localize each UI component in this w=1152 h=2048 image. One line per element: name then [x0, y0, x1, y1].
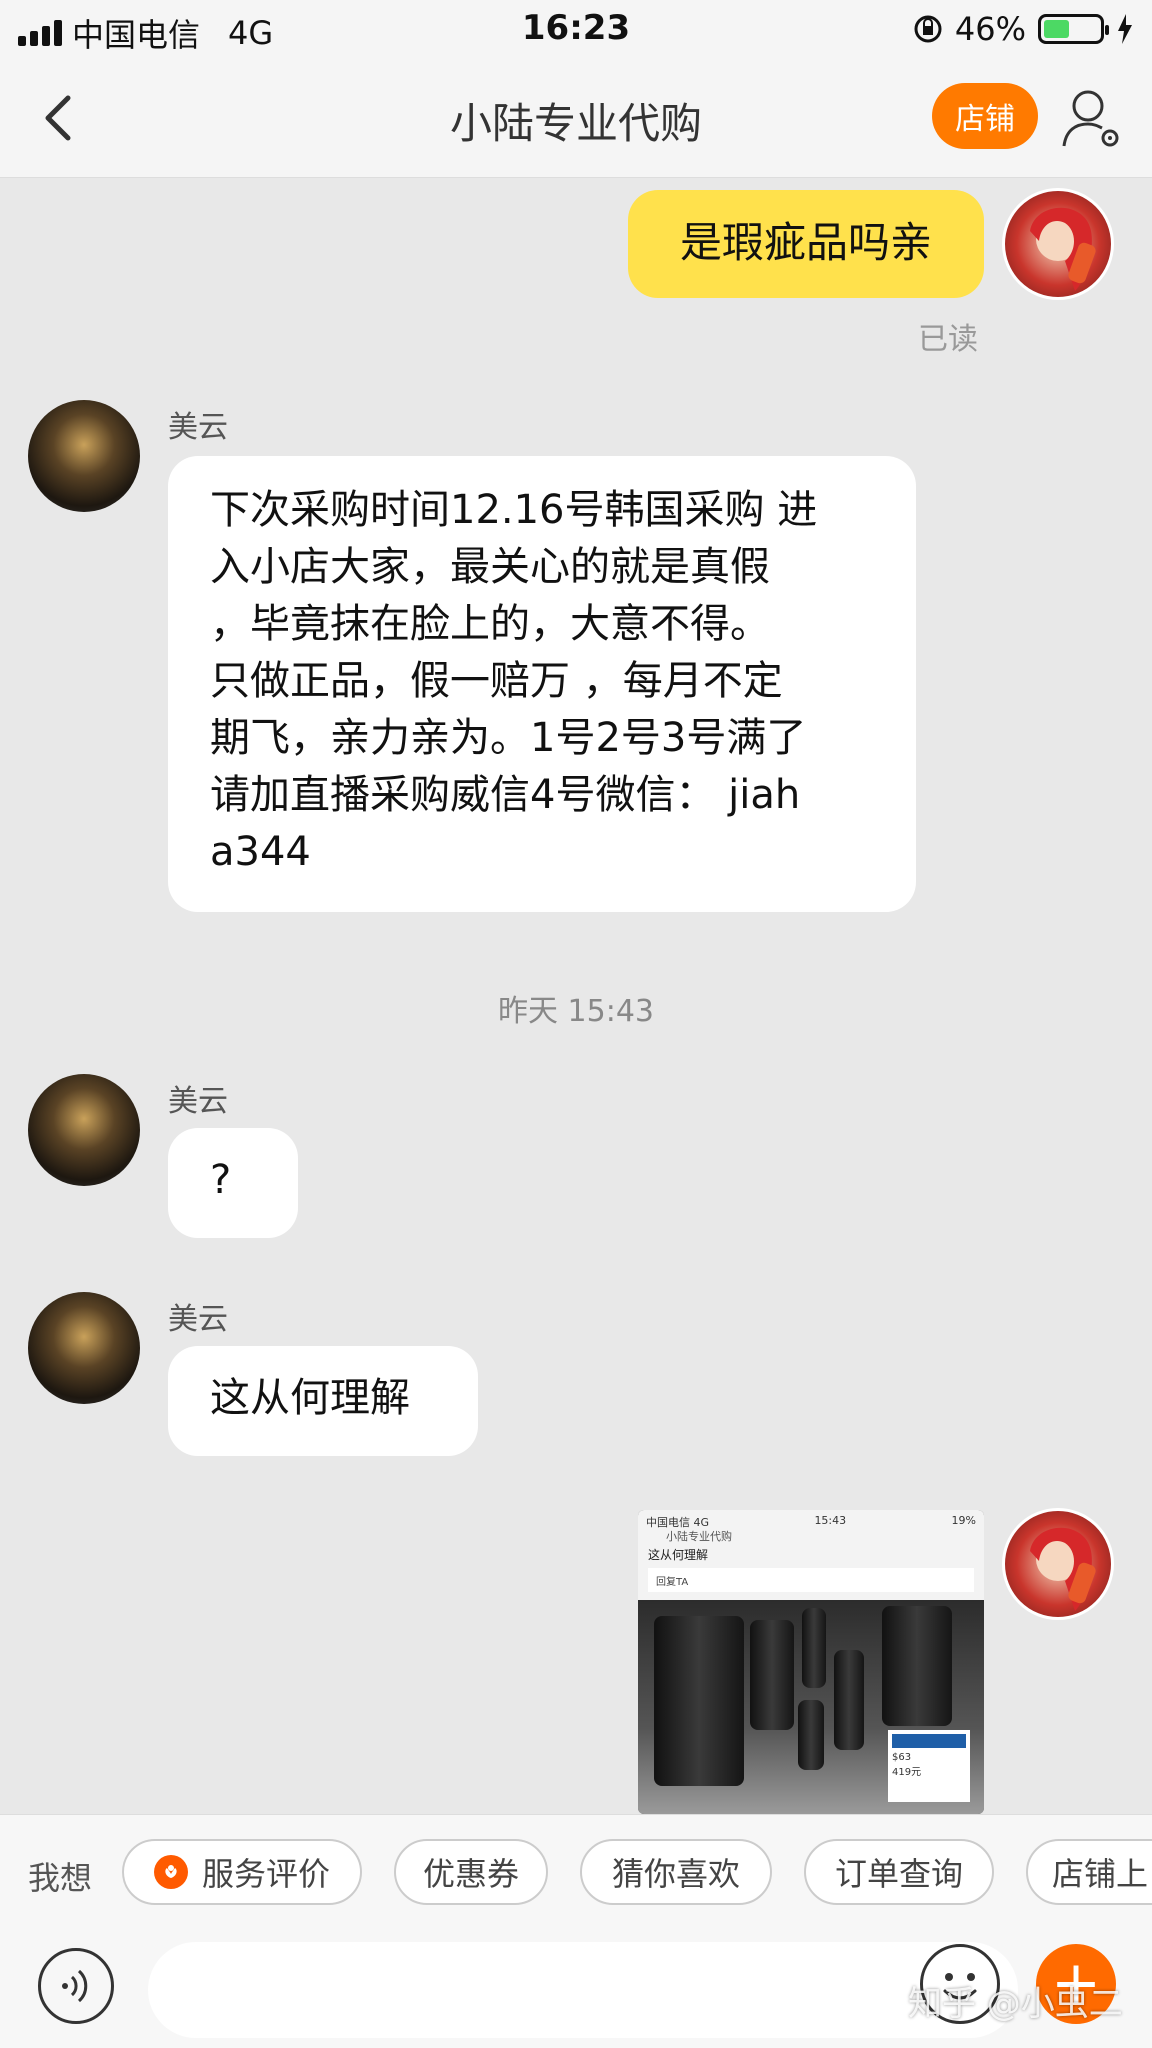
watermark: 知乎 @小虫二	[908, 1984, 1123, 2024]
mermaid-avatar-image	[1030, 1527, 1096, 1611]
message-bubble-other[interactable]: 这从何理解	[168, 1346, 478, 1456]
price-usd: $63	[892, 1752, 912, 1763]
sender-name: 美云	[168, 1302, 228, 1337]
product-bottle	[802, 1608, 826, 1688]
message-text: 是瑕疵品吗亲	[679, 218, 932, 267]
message-input[interactable]	[148, 1942, 1018, 2038]
price-cny: 419元	[892, 1767, 922, 1778]
contact-avatar[interactable]	[28, 400, 140, 512]
chip-shop-more[interactable]: 店铺上	[1026, 1839, 1152, 1905]
status-bar: 中国电信 4G 16:23 46%	[0, 0, 1152, 58]
message-text: 下次采购时间12.16号韩国采购 进 入小店大家，最关心的就是真假 ，毕竟抹在脸…	[210, 487, 818, 875]
shop-button[interactable]: 店铺	[932, 83, 1038, 149]
thumbnail-reply: 回复TA	[648, 1568, 974, 1592]
contact-avatar[interactable]	[28, 1074, 140, 1186]
product-bottle	[882, 1606, 952, 1726]
message-bubble-other[interactable]: ?	[168, 1128, 298, 1238]
status-right: 46%	[913, 10, 1134, 48]
sender-name: 美云	[168, 1084, 228, 1119]
charging-icon	[1118, 14, 1132, 44]
self-avatar[interactable]	[1002, 1508, 1114, 1620]
mermaid-avatar-image	[1030, 207, 1096, 291]
read-status: 已读	[918, 322, 978, 357]
contact-avatar[interactable]	[28, 1292, 140, 1404]
message-text: ?	[210, 1157, 232, 1203]
self-avatar[interactable]	[1002, 188, 1114, 300]
orientation-lock-icon	[914, 15, 942, 43]
thumbnail-time: 15:43	[814, 1514, 847, 1527]
chat-area[interactable]: 是瑕疵品吗亲 已读 美云 下次采购时间12.16号韩国采购 进 入小店大家，最关…	[0, 178, 1152, 1814]
battery-percent: 46%	[954, 10, 1026, 48]
thumbnail-title: 小陆专业代购	[666, 1530, 732, 1543]
message-bubble-self[interactable]: 是瑕疵品吗亲	[628, 190, 984, 298]
price-tag: $63 419元	[888, 1730, 970, 1802]
thumbnail-battery: 19%	[951, 1514, 976, 1527]
thumbnail-message: 这从何理解	[648, 1548, 709, 1562]
chip-label: 猜你喜欢	[611, 1855, 740, 1893]
input-bar: + 知乎 @小虫二	[0, 1932, 1152, 2048]
product-bottle	[834, 1650, 864, 1750]
battery-level	[1044, 20, 1069, 38]
product-bottle	[750, 1620, 794, 1730]
chip-label: 服务评价	[201, 1855, 330, 1893]
message-text: 这从何理解	[210, 1375, 410, 1421]
image-message[interactable]: 中国电信 4G 15:43 19% 小陆专业代购 这从何理解 回复TA $63 …	[638, 1510, 984, 1814]
chip-label: 订单查询	[834, 1855, 963, 1893]
thumbnail-product-photo: $63 419元	[638, 1600, 984, 1814]
thumbnail-header: 中国电信 4G 15:43 19% 小陆专业代购 这从何理解 回复TA	[638, 1510, 984, 1600]
sender-name: 美云	[168, 410, 228, 445]
flower-icon	[153, 1855, 188, 1889]
voice-button[interactable]	[38, 1948, 114, 2024]
quick-action-bar: 我想 服务评价 优惠券 猜你喜欢 订单查询 店铺上	[0, 1814, 1152, 1932]
chip-order-query[interactable]: 订单查询	[804, 1839, 994, 1905]
voice-icon	[62, 1969, 88, 2003]
message-bubble-other[interactable]: 下次采购时间12.16号韩国采购 进 入小店大家，最关心的就是真假 ，毕竟抹在脸…	[168, 456, 916, 912]
chip-recommendations[interactable]: 猜你喜欢	[580, 1839, 772, 1905]
quick-action-label: 我想	[28, 1859, 93, 1897]
chip-label: 店铺上	[1052, 1855, 1149, 1893]
product-bottle	[654, 1616, 744, 1786]
nav-bar: 小陆专业代购 店铺	[0, 58, 1152, 178]
product-bottle	[798, 1700, 824, 1770]
chip-service-review[interactable]: 服务评价	[122, 1839, 362, 1905]
chip-label: 优惠券	[422, 1855, 519, 1893]
battery-icon	[1038, 14, 1109, 44]
profile-settings-icon[interactable]	[1060, 86, 1126, 152]
chip-coupon[interactable]: 优惠券	[394, 1839, 548, 1905]
message-timestamp: 昨天 15:43	[498, 994, 654, 1029]
